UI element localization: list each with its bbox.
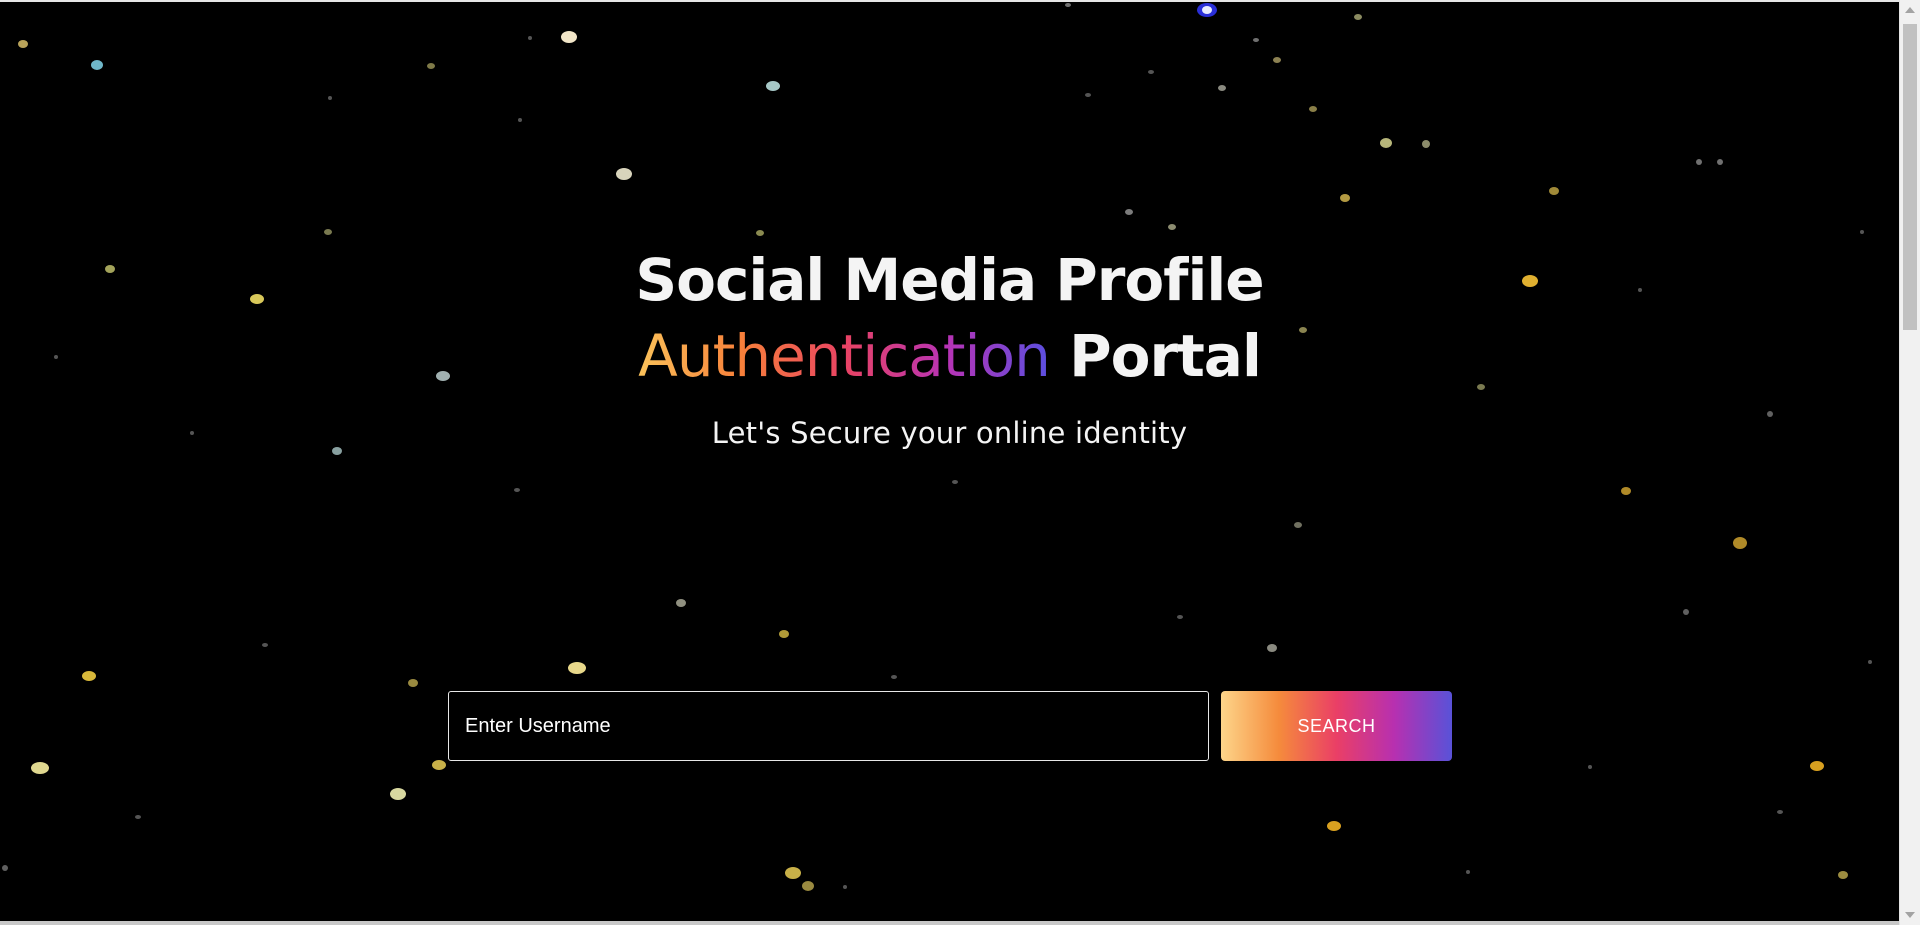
page-title-line-2: Authentication Portal: [0, 318, 1899, 394]
search-button[interactable]: SEARCH: [1221, 691, 1452, 761]
page-subtitle: Let's Secure your online identity: [711, 416, 1188, 450]
window-bottom-edge: [0, 921, 1899, 925]
username-input[interactable]: [448, 691, 1209, 761]
scroll-up-arrow-icon[interactable]: [1905, 7, 1915, 13]
title-rest-word: Portal: [1069, 322, 1262, 390]
scroll-down-arrow-icon[interactable]: [1905, 912, 1915, 918]
title-highlight-word: Authentication: [638, 322, 1051, 390]
hero: Social Media Profile Authentication Port…: [0, 242, 1899, 450]
page-title-line-1: Social Media Profile: [635, 246, 1264, 314]
starfield-background: [2, 3, 1872, 891]
scrollbar-thumb[interactable]: [1903, 24, 1917, 330]
vertical-scrollbar[interactable]: [1899, 0, 1920, 925]
search-form: SEARCH: [448, 691, 1452, 761]
landing-page: Social Media Profile Authentication Port…: [0, 0, 1899, 923]
